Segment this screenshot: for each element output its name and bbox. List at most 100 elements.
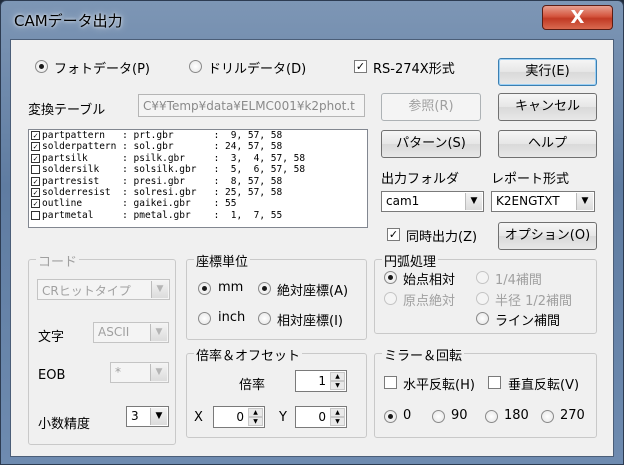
dropdown-arrow-icon[interactable]: ▼ xyxy=(151,281,168,298)
cancel-button[interactable]: キャンセル xyxy=(498,93,597,121)
code-type-value: CRヒットタイプ xyxy=(42,284,131,298)
origin-absolute-label[interactable]: 原点絶対 xyxy=(403,290,455,309)
scale-spinner[interactable]: 1 ▲ ▼ xyxy=(295,370,347,392)
layer-checkbox[interactable]: ✓ xyxy=(31,142,40,152)
quarter-interp-label[interactable]: 1/4補間 xyxy=(495,269,542,288)
report-format-select[interactable]: K2ENGTXT ▼ xyxy=(491,191,595,212)
rotation-180-radio[interactable] xyxy=(485,410,498,423)
offset-x-label: X xyxy=(194,410,203,425)
close-button[interactable]: X xyxy=(542,5,613,30)
layer-text: partresist : presi.gbr : 8, 57, 58 xyxy=(42,175,283,187)
layer-checkbox[interactable]: ✓ xyxy=(31,131,40,140)
layer-listbox[interactable]: ✓ partpattern : prt.gbr : 9, 57, 58 ✓ solde… xyxy=(28,129,368,228)
browse-button[interactable]: 参照(R) xyxy=(381,93,481,121)
layer-checkbox[interactable]: ✓ xyxy=(31,153,40,163)
dropdown-arrow-icon[interactable]: ▼ xyxy=(576,193,593,210)
quarter-interp-radio[interactable] xyxy=(476,271,489,284)
line-interp-label[interactable]: ライン補間 xyxy=(495,310,560,329)
vertical-flip-label[interactable]: 垂直反転(V) xyxy=(508,374,592,393)
title-bar: CAMデータ出力 X xyxy=(1,1,623,39)
spin-up-icon[interactable]: ▲ xyxy=(330,408,345,417)
code-type-select[interactable]: CRヒットタイプ ▼ xyxy=(37,279,170,300)
precision-select[interactable]: 3 ▼ xyxy=(126,406,169,427)
photo-data-radio[interactable] xyxy=(35,60,48,73)
char-select[interactable]: ASCII ▼ xyxy=(93,322,169,343)
horizontal-flip-label[interactable]: 水平反転(H) xyxy=(403,374,475,393)
pattern-button[interactable]: パターン(S) xyxy=(381,130,481,158)
report-format-value: K2ENGTXT xyxy=(496,194,560,208)
dropdown-arrow-icon[interactable]: ▼ xyxy=(150,324,167,341)
photo-data-label[interactable]: フォトデータ(P) xyxy=(54,58,150,77)
rotation-270-radio[interactable] xyxy=(541,410,554,423)
rotation-0-label[interactable]: 0 xyxy=(403,408,411,423)
offset-x-spinner[interactable]: 0 ▲ ▼ xyxy=(213,406,265,428)
start-relative-radio[interactable] xyxy=(384,271,397,284)
relative-coord-label[interactable]: 相対座標(I) xyxy=(277,310,343,329)
rotation-180-label[interactable]: 180 xyxy=(504,408,529,423)
absolute-coord-label[interactable]: 絶対座標(A) xyxy=(277,280,348,299)
mm-radio[interactable] xyxy=(198,282,211,295)
dropdown-arrow-icon[interactable]: ▼ xyxy=(150,408,167,425)
line-interp-radio[interactable] xyxy=(476,312,489,325)
start-relative-label[interactable]: 始点相対 xyxy=(403,269,455,288)
spin-down-icon[interactable]: ▼ xyxy=(330,417,345,426)
simultaneous-output-label[interactable]: 同時出力(Z) xyxy=(406,226,477,245)
code-group-title: コード xyxy=(36,251,80,270)
spin-up-icon[interactable]: ▲ xyxy=(330,372,345,381)
precision-label: 小数精度 xyxy=(38,417,91,432)
offset-y-label: Y xyxy=(279,410,287,425)
layer-text: soldersilk : solsilk.gbr : 5, 6, 57, 58 xyxy=(42,164,306,176)
layer-list-item[interactable]: ✓ solderresist : solresi.gbr : 25, 57, 58 xyxy=(29,187,367,198)
rotation-90-label[interactable]: 90 xyxy=(451,408,468,423)
layer-list-item[interactable]: ✓ partresist : presi.gbr : 8, 57, 58 xyxy=(29,176,367,187)
eob-select[interactable]: * ▼ xyxy=(110,362,169,383)
layer-list-item[interactable]: ✓ partpattern : prt.gbr : 9, 57, 58 xyxy=(29,130,367,141)
spin-down-icon[interactable]: ▼ xyxy=(330,381,345,390)
offset-y-spinner[interactable]: 0 ▲ ▼ xyxy=(295,406,347,428)
origin-absolute-radio[interactable] xyxy=(384,292,397,305)
absolute-coord-radio[interactable] xyxy=(258,282,271,295)
horizontal-flip-checkbox[interactable] xyxy=(384,376,397,389)
layer-list-item[interactable]: soldersilk : solsilk.gbr : 5, 6, 57, 58 xyxy=(29,164,367,175)
layer-checkbox[interactable]: ✓ xyxy=(31,187,40,197)
rotation-270-label[interactable]: 270 xyxy=(560,408,585,423)
layer-list-item[interactable]: ✓ solderpattern : sol.gbr : 24, 57, 58 xyxy=(29,141,367,152)
vertical-flip-checkbox[interactable] xyxy=(488,376,501,389)
mm-label[interactable]: mm xyxy=(218,280,243,295)
simultaneous-output-checkbox[interactable]: ✓ xyxy=(387,228,400,241)
layer-checkbox[interactable]: ✓ xyxy=(31,199,40,209)
layer-list-item[interactable]: ✓ outline : gaikei.gbr : 55 xyxy=(29,198,367,209)
layer-checkbox[interactable] xyxy=(31,165,40,175)
conversion-table-path-field[interactable]: C¥¥Temp¥data¥ELMC001¥k2phot.t xyxy=(138,94,365,117)
layer-list-item[interactable]: ✓ partsilk : psilk.gbr : 3, 4, 57, 58 xyxy=(29,153,367,164)
layer-checkbox[interactable]: ✓ xyxy=(31,176,40,186)
dropdown-arrow-icon[interactable]: ▼ xyxy=(465,193,482,210)
relative-coord-radio[interactable] xyxy=(258,312,271,325)
layer-text: partsilk : psilk.gbr : 3, 4, 57, 58 xyxy=(42,152,306,164)
report-format-label: レポート形式 xyxy=(491,172,570,187)
layer-checkbox[interactable] xyxy=(31,210,40,220)
layer-text: outline : gaikei.gbr : 55 xyxy=(42,198,237,210)
precision-value: 3 xyxy=(131,409,139,423)
output-folder-select[interactable]: cam1 ▼ xyxy=(381,191,484,212)
inch-label[interactable]: inch xyxy=(218,310,245,325)
spin-down-icon[interactable]: ▼ xyxy=(248,417,263,426)
execute-button[interactable]: 実行(E) xyxy=(498,58,597,86)
scale-offset-title: 倍率＆オフセット xyxy=(194,345,303,364)
spin-up-icon[interactable]: ▲ xyxy=(248,408,263,417)
rotation-90-radio[interactable] xyxy=(432,410,445,423)
half-radius-interp-radio[interactable] xyxy=(476,292,489,305)
options-button[interactable]: オプション(O) xyxy=(498,222,597,250)
code-group: コード CRヒットタイプ ▼ 文字 ASCII ▼ EOB * ▼ 小数精度 3… xyxy=(28,251,176,445)
drill-data-radio[interactable] xyxy=(189,60,202,73)
half-radius-interp-label[interactable]: 半径 1/2補間 xyxy=(495,290,572,309)
rs274x-checkbox[interactable]: ✓ xyxy=(354,60,367,73)
rs274x-label[interactable]: RS-274X形式 xyxy=(373,58,455,77)
layer-text: solderpattern : sol.gbr : 24, 57, 58 xyxy=(42,141,283,153)
layer-list-item[interactable]: partmetal : pmetal.gbr : 1, 7, 55 xyxy=(29,210,367,221)
dropdown-arrow-icon[interactable]: ▼ xyxy=(150,364,167,381)
inch-radio[interactable] xyxy=(198,312,211,325)
help-button[interactable]: ヘルプ xyxy=(498,130,597,158)
rotation-0-radio[interactable] xyxy=(384,410,397,423)
drill-data-label[interactable]: ドリルデータ(D) xyxy=(208,58,306,77)
